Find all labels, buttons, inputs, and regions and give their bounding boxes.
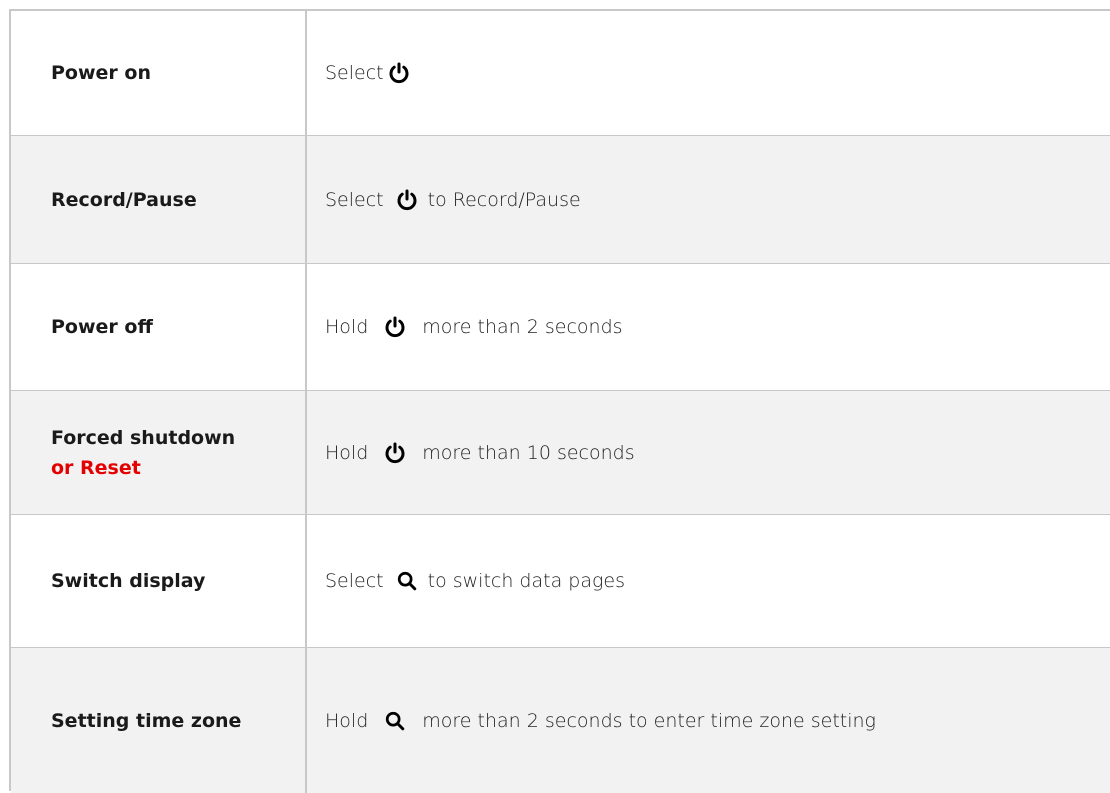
power-icon	[394, 187, 420, 213]
description-prefix: Hold	[325, 709, 369, 732]
controls-table: Power on Select Record/Pause Select to R…	[9, 9, 1110, 793]
action-cell: Forced shutdown or Reset	[11, 391, 307, 514]
power-icon	[382, 314, 408, 340]
description-suffix: more than 10 seconds	[422, 441, 635, 464]
description-cell: Select to switch data pages	[307, 515, 1110, 647]
description-suffix: to Record/Pause	[427, 188, 581, 211]
description-suffix: more than 2 seconds	[422, 316, 623, 338]
description-cell: Select	[307, 11, 1110, 135]
table-row: Power off Hold more than 2 seconds	[11, 264, 1110, 391]
action-label: Forced shutdown	[51, 426, 236, 449]
action-label: Switch display	[51, 570, 206, 592]
description-prefix: Hold	[325, 316, 369, 338]
description-prefix: Hold	[325, 441, 369, 464]
description-cell: Hold more than 2 seconds to enter time z…	[307, 648, 1110, 793]
power-icon	[382, 440, 408, 466]
description-cell: Hold more than 10 seconds	[307, 391, 1110, 514]
table-row: Forced shutdown or Reset Hold more than …	[11, 391, 1110, 515]
action-label: Record/Pause	[51, 188, 197, 211]
table-row: Record/Pause Select to Record/Pause	[11, 136, 1110, 264]
description-prefix: Select	[325, 188, 384, 211]
search-icon	[394, 568, 420, 594]
action-label: Setting time zone	[51, 709, 242, 732]
description-cell: Hold more than 2 seconds	[307, 264, 1110, 390]
search-icon	[382, 708, 408, 734]
description-prefix: Select	[325, 570, 384, 592]
action-label: Power off	[51, 316, 153, 338]
action-cell: Power off	[11, 264, 307, 390]
action-cell: Switch display	[11, 515, 307, 647]
description-prefix: Select	[325, 62, 384, 84]
table-row: Setting time zone Hold more than 2 secon…	[11, 648, 1110, 793]
description-cell: Select to Record/Pause	[307, 136, 1110, 263]
description-suffix: to switch data pages	[427, 570, 625, 592]
table-row: Switch display Select to switch data pag…	[11, 515, 1110, 648]
action-cell: Record/Pause	[11, 136, 307, 263]
action-cell: Power on	[11, 11, 307, 135]
description-suffix: more than 2 seconds to enter time zone s…	[422, 709, 876, 732]
action-label: Power on	[51, 62, 151, 84]
table-row: Power on Select	[11, 11, 1110, 136]
action-cell: Setting time zone	[11, 648, 307, 793]
power-icon	[386, 60, 412, 86]
action-label-extra: or Reset	[51, 456, 141, 479]
